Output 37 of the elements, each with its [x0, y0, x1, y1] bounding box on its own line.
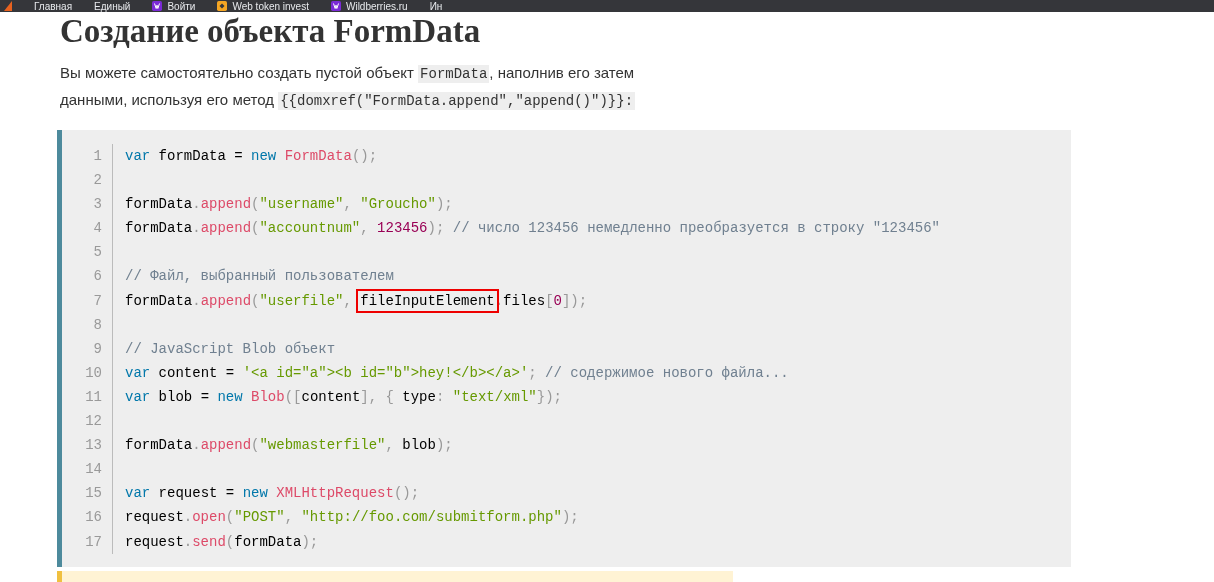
- line-number: 3: [92, 195, 102, 215]
- bookmark-link[interactable]: Wildberries.ru: [330, 0, 408, 12]
- line-number: 4: [92, 219, 102, 239]
- bookmark-link[interactable]: Web token invest: [217, 0, 309, 12]
- bookmark-link[interactable]: Ин: [429, 0, 443, 12]
- bookmark-link[interactable]: Единый: [94, 0, 131, 12]
- line-number: 12: [84, 412, 102, 432]
- code-line: var blob = new Blob([content], { type: "text/xml"});: [125, 388, 562, 405]
- page-heading: Создание объекта FormData: [60, 12, 482, 50]
- code-line: // Файл, выбранный пользователем: [125, 268, 394, 285]
- line-number: 17: [84, 532, 102, 552]
- line-number: 8: [92, 315, 102, 335]
- line-number: 5: [92, 243, 102, 263]
- code-line: var request = new XMLHttpRequest();: [125, 485, 420, 502]
- line-number: 7: [92, 291, 102, 311]
- line-number: 6: [92, 267, 102, 287]
- line-number: 10: [84, 363, 102, 383]
- line-number: 9: [92, 339, 102, 359]
- code-line: var content = '<a id="a"><b id="b">hey!</b></a>'; // содержимое нового файла...: [125, 364, 789, 381]
- line-number: 14: [84, 460, 102, 480]
- code-line: formData.append("username", "Groucho");: [125, 196, 453, 213]
- line-number: 13: [84, 436, 102, 456]
- line-number: 1: [92, 147, 102, 166]
- code-line: var formData = new FormData();: [125, 148, 378, 164]
- bookmark-link[interactable]: Главная: [34, 0, 73, 12]
- code-line: // JavaScript Blob объект: [125, 340, 336, 357]
- intro-paragraph: Вы можете самостоятельно создать пустой объект FormData, наполнив его затем данными, используя его метод {{domxref("FormData.append","append()")}}:: [60, 63, 637, 112]
- line-number: 2: [92, 171, 102, 191]
- code-line: formData.append("webmasterfile", blob);: [125, 437, 453, 454]
- code-line: request.open("POST", "http://foo.com/submitform.php");: [125, 509, 579, 526]
- line-number: 15: [84, 484, 102, 504]
- line-number: 11: [84, 387, 102, 407]
- bookmark-icon: [4, 1, 12, 11]
- line-number: 16: [84, 508, 102, 528]
- code-line: request.send(formData);: [125, 533, 319, 550]
- bookmark-link[interactable]: Войти: [152, 0, 196, 12]
- code-line: formData.append("accountnum", 123456); // число 123456 немедленно преобразуется в строку "123456": [125, 220, 940, 237]
